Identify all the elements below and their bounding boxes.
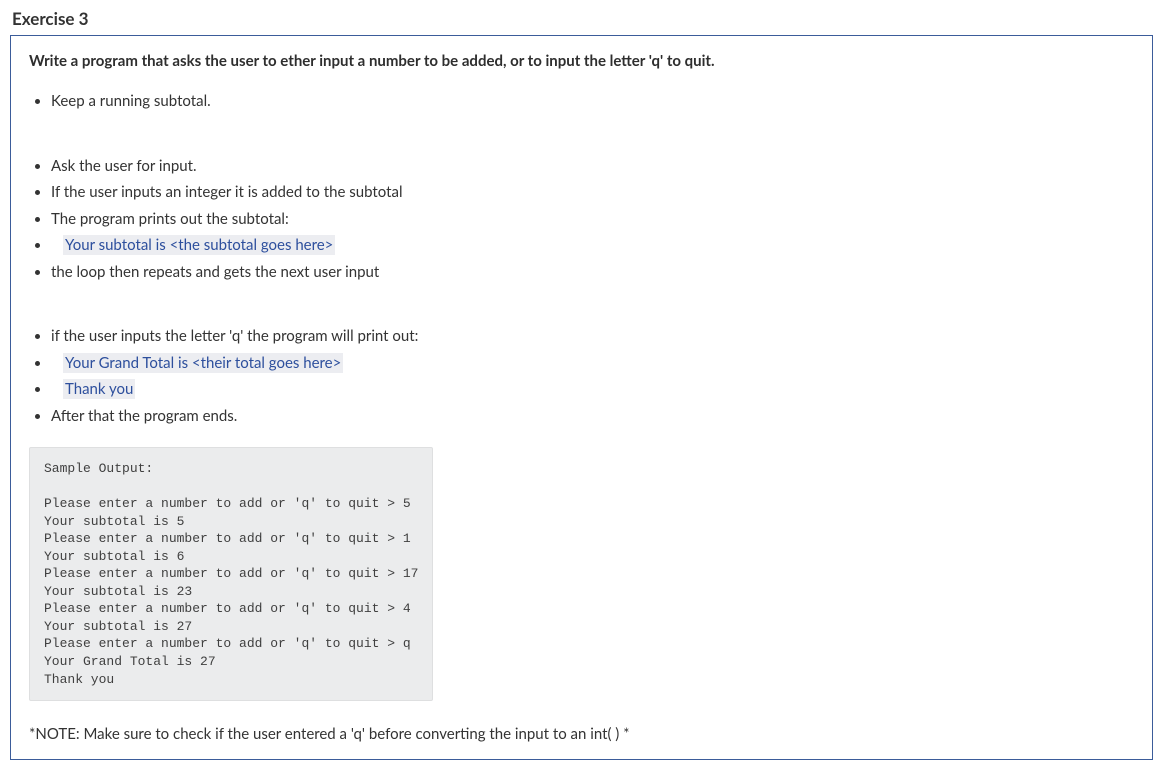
list-item: Your Grand Total is <their total goes he… [51, 352, 1134, 375]
list-item: If the user inputs an integer it is adde… [51, 181, 1134, 204]
list-item: Keep a running subtotal. [51, 90, 1134, 113]
list-item-text: Keep a running subtotal. [51, 92, 211, 110]
bullet-group-3: if the user inputs the letter 'q' the pr… [29, 325, 1134, 427]
sample-output-codebox: Sample Output: Please enter a number to … [29, 447, 433, 701]
exercise-panel: Write a program that asks the user to et… [10, 35, 1153, 760]
note-text: *NOTE: Make sure to check if the user en… [29, 725, 1134, 743]
list-item: Thank you [51, 378, 1134, 401]
list-item: Ask the user for input. [51, 155, 1134, 178]
exercise-heading: Exercise 3 [12, 8, 1153, 29]
list-item: The program prints out the subtotal: [51, 208, 1134, 231]
list-item-text: the loop then repeats and gets the next … [51, 263, 379, 281]
list-item: if the user inputs the letter 'q' the pr… [51, 325, 1134, 348]
list-item-text: After that the program ends. [51, 407, 237, 425]
bullet-group-2: Ask the user for input. If the user input… [29, 155, 1134, 284]
list-item-text: The program prints out the subtotal: [51, 210, 289, 228]
list-item: the loop then repeats and gets the next … [51, 261, 1134, 284]
highlight-text: Your subtotal is <the subtotal goes here… [63, 235, 335, 255]
list-item-text: if the user inputs the letter 'q' the pr… [51, 327, 418, 345]
list-item: Your subtotal is <the subtotal goes here… [51, 234, 1134, 257]
intro-text: Write a program that asks the user to et… [29, 52, 1134, 70]
list-item: After that the program ends. [51, 405, 1134, 428]
list-item-text: If the user inputs an integer it is adde… [51, 183, 403, 201]
highlight-text: Thank you [63, 379, 135, 399]
bullet-group-1: Keep a running subtotal. [29, 90, 1134, 113]
highlight-text: Your Grand Total is <their total goes he… [63, 353, 343, 373]
list-item-text: Ask the user for input. [51, 157, 197, 175]
